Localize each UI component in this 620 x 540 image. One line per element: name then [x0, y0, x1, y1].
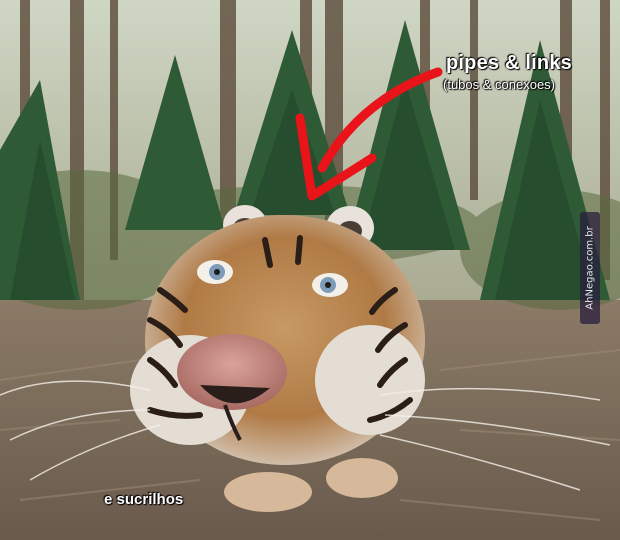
watermark-badge: AhNegao.com.br	[580, 212, 600, 324]
caption-bottom: e sucrilhos	[104, 491, 184, 508]
caption-subtitle: (tubos & conexoes)	[443, 77, 556, 92]
caption-title: pipes & links	[446, 52, 572, 74]
watermark-text: AhNegao.com.br	[584, 226, 596, 310]
meme-image: pipes & links (tubos & conexoes) e sucri…	[0, 0, 620, 540]
